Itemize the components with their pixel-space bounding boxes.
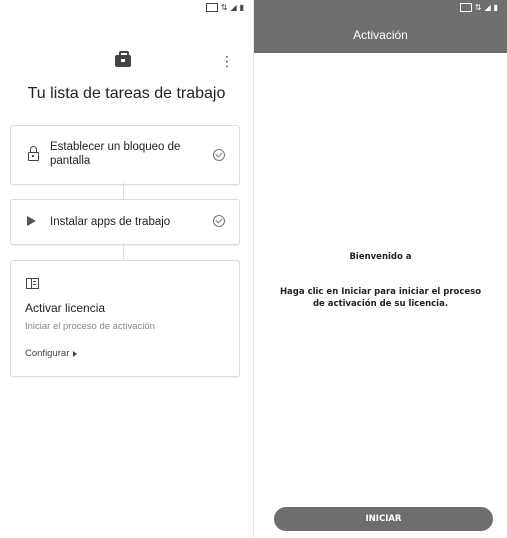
task-label: Instalar apps de trabajo <box>50 216 171 228</box>
activation-panel: ⇅ ◢ ▮ Activación Bienvenido a Haga clic … <box>254 0 507 538</box>
connector-line <box>123 243 124 260</box>
welcome-text: Bienvenido a <box>349 252 412 262</box>
notification-icon <box>205 3 218 12</box>
status-bar: ⇅ ◢ ▮ <box>459 3 498 12</box>
connector-line <box>123 183 124 199</box>
check-circle-icon <box>213 149 225 161</box>
configure-link[interactable]: Configurar <box>25 348 78 359</box>
configure-label: Configurar <box>25 348 70 359</box>
instructions-text: Haga clic en Iniciar para iniciar el pro… <box>279 287 482 309</box>
task-card-screen-lock[interactable]: Establecer un bloqueo de pantalla <box>10 125 240 185</box>
task-label: Establecer un bloqueo de pantalla <box>50 141 181 167</box>
check-circle-icon <box>213 215 225 227</box>
briefcase-icon <box>115 51 131 67</box>
license-title: Activar licencia <box>25 301 106 315</box>
notification-icon <box>459 3 472 12</box>
cell-signal-icon: ◢ <box>484 3 491 12</box>
cell-signal-icon: ◢ <box>230 3 237 12</box>
app-bar-title: Activación <box>353 28 408 42</box>
data-signal-icon: ⇅ <box>474 3 482 12</box>
battery-icon: ▮ <box>239 3 244 12</box>
status-bar: ⇅ ◢ ▮ <box>205 3 244 12</box>
page-title: Tu lista de tareas de trabajo <box>27 85 226 102</box>
start-button[interactable]: INICIAR <box>274 507 493 531</box>
work-profile-setup-panel: ⇅ ◢ ▮ ⋮ Tu lista de tareas de trabajo Es… <box>0 0 253 538</box>
task-card-install-apps[interactable]: Instalar apps de trabajo <box>10 199 240 245</box>
more-options-icon[interactable]: ⋮ <box>220 54 234 70</box>
play-store-icon <box>27 216 36 226</box>
license-subtitle: Iniciar el proceso de activación <box>25 321 155 332</box>
arrow-right-icon <box>73 350 78 357</box>
building-icon <box>26 278 39 289</box>
task-card-activate-license[interactable]: Activar licencia Iniciar el proceso de a… <box>10 260 240 377</box>
app-bar: ⇅ ◢ ▮ Activación <box>254 0 507 53</box>
battery-icon: ▮ <box>493 3 498 12</box>
data-signal-icon: ⇅ <box>220 3 228 12</box>
